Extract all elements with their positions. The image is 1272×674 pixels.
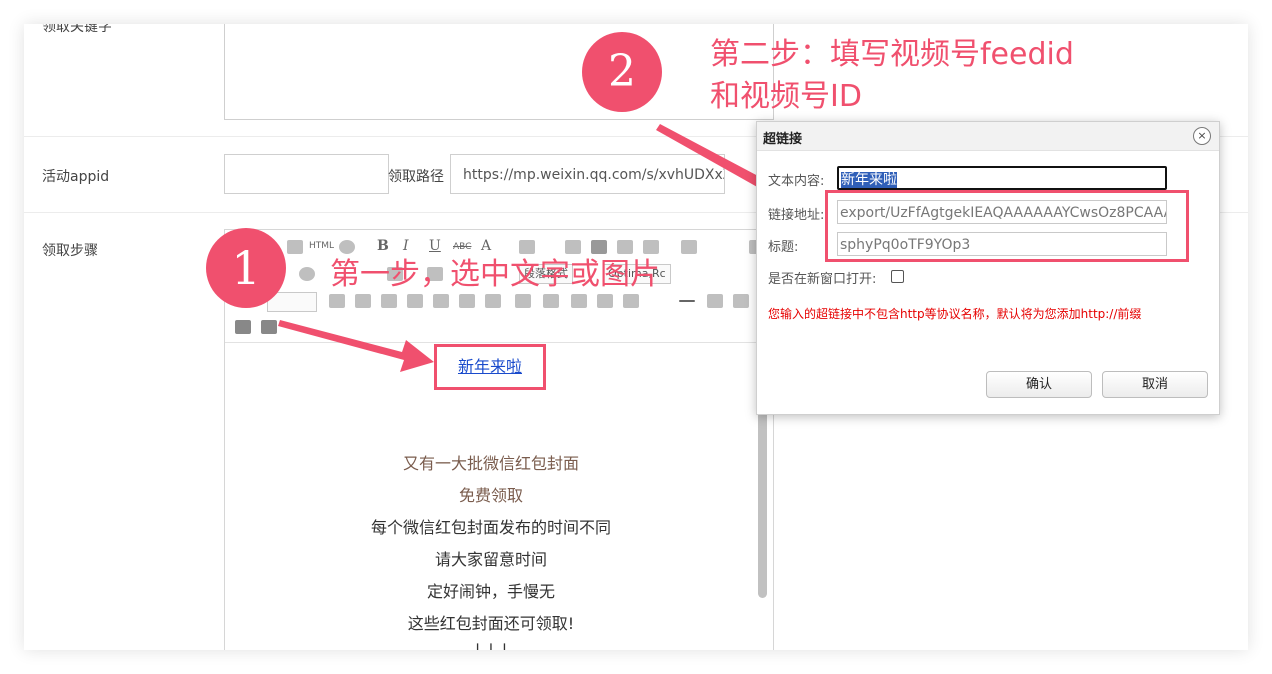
underline-button[interactable]: U — [429, 238, 441, 254]
table-rows-icon[interactable] — [543, 294, 559, 308]
print-icon[interactable] — [235, 320, 251, 334]
hyperlink-dialog: 超链接 × 文本内容: 新年来啦 链接地址: export/UzFfAgtgek… — [756, 121, 1220, 415]
table-split-cells-icon[interactable] — [597, 294, 613, 308]
table-insert-row-icon[interactable] — [355, 294, 371, 308]
image-icon[interactable] — [733, 294, 749, 308]
table-insert-col-icon[interactable] — [381, 294, 397, 308]
text-content-value: 新年来啦 — [841, 172, 897, 188]
anchor-icon[interactable] — [707, 294, 723, 308]
text-content-label: 文本内容: — [768, 174, 825, 189]
protocol-warning: 您输入的超链接中不包含http等协议名称，默认将为您添加http://前缀 — [768, 307, 1142, 321]
dialog-title: 超链接 — [763, 132, 803, 147]
table-props-icon[interactable] — [515, 294, 531, 308]
table-cell-icon[interactable] — [485, 294, 501, 308]
content-line: 每个微信红包封面发布的时间不同 — [370, 518, 611, 537]
html-button[interactable]: HTML — [309, 241, 334, 251]
bold-button[interactable]: B — [377, 238, 389, 254]
keywords-textarea[interactable] — [224, 24, 774, 120]
highlight-icon[interactable] — [519, 240, 535, 254]
appid-input[interactable] — [224, 154, 389, 194]
align-justify-icon[interactable] — [643, 240, 659, 254]
editor-scrollbar[interactable] — [758, 384, 767, 598]
step2-badge: 2 — [582, 32, 662, 112]
path-input[interactable]: https://mp.weixin.qq.com/s/xvhUDXxZl — [450, 154, 725, 194]
fields-highlight — [825, 190, 1189, 262]
link-title-label: 标题: — [768, 240, 799, 255]
align-right-icon[interactable] — [617, 240, 633, 254]
text-content-input[interactable]: 新年来啦 — [837, 166, 1167, 190]
table-merge-icon[interactable] — [407, 294, 423, 308]
paste-icon[interactable] — [261, 320, 277, 334]
table-split-icon[interactable] — [433, 294, 449, 308]
search-icon[interactable] — [339, 240, 355, 254]
align-left-icon[interactable] — [565, 240, 581, 254]
step1-annotation: 第一步，选中文字或图片 — [330, 257, 660, 292]
font-color-button[interactable]: A — [481, 238, 491, 254]
close-icon[interactable]: × — [1193, 127, 1211, 145]
content-line: ↓↓↓ — [470, 640, 512, 650]
table-cols-icon[interactable] — [571, 294, 587, 308]
music-icon[interactable] — [287, 240, 303, 254]
step1-badge: 1 — [206, 228, 286, 308]
screenshot-frame: 领取关键字 活动appid 领取路径 https://mp.weixin.qq.… — [24, 24, 1248, 650]
path-label: 领取路径 — [388, 169, 444, 185]
keywords-label: 领取关键字 — [42, 24, 112, 35]
content-line: 这些红包封面还可领取! — [407, 614, 575, 633]
confirm-button[interactable]: 确认 — [986, 371, 1092, 398]
table-clear-icon[interactable] — [623, 294, 639, 308]
content-line: 又有一大批微信红包封面 — [402, 454, 579, 473]
dialog-header: 超链接 × — [757, 122, 1219, 151]
step2-annotation-line2: 和视频号ID — [710, 79, 862, 114]
align-center-icon[interactable] — [591, 240, 607, 254]
appid-label: 活动appid — [42, 169, 110, 185]
emoji-icon[interactable] — [299, 267, 315, 281]
content-line: 请大家留意时间 — [434, 550, 547, 569]
selected-link-highlight: 新年来啦 — [434, 344, 546, 390]
italic-button[interactable]: I — [403, 238, 409, 254]
table-icon[interactable] — [329, 294, 345, 308]
cancel-button[interactable]: 取消 — [1102, 371, 1208, 398]
table-delete-icon[interactable] — [459, 294, 475, 308]
content-line: 免费领取 — [458, 486, 523, 505]
horizontal-rule-icon[interactable] — [679, 300, 695, 302]
content-line: 定好闹钟，手慢无 — [426, 582, 555, 601]
step2-annotation-line1: 第二步：填写视频号feedid — [710, 37, 1074, 72]
new-window-label: 是否在新窗口打开: — [768, 272, 877, 287]
new-window-checkbox[interactable] — [891, 270, 904, 283]
list-icon[interactable] — [681, 240, 697, 254]
strikethrough-button[interactable]: ABC — [453, 242, 471, 252]
url-label: 链接地址: — [768, 208, 825, 223]
editor-link-text[interactable]: 新年来啦 — [458, 357, 522, 376]
steps-label: 领取步骤 — [42, 243, 98, 259]
